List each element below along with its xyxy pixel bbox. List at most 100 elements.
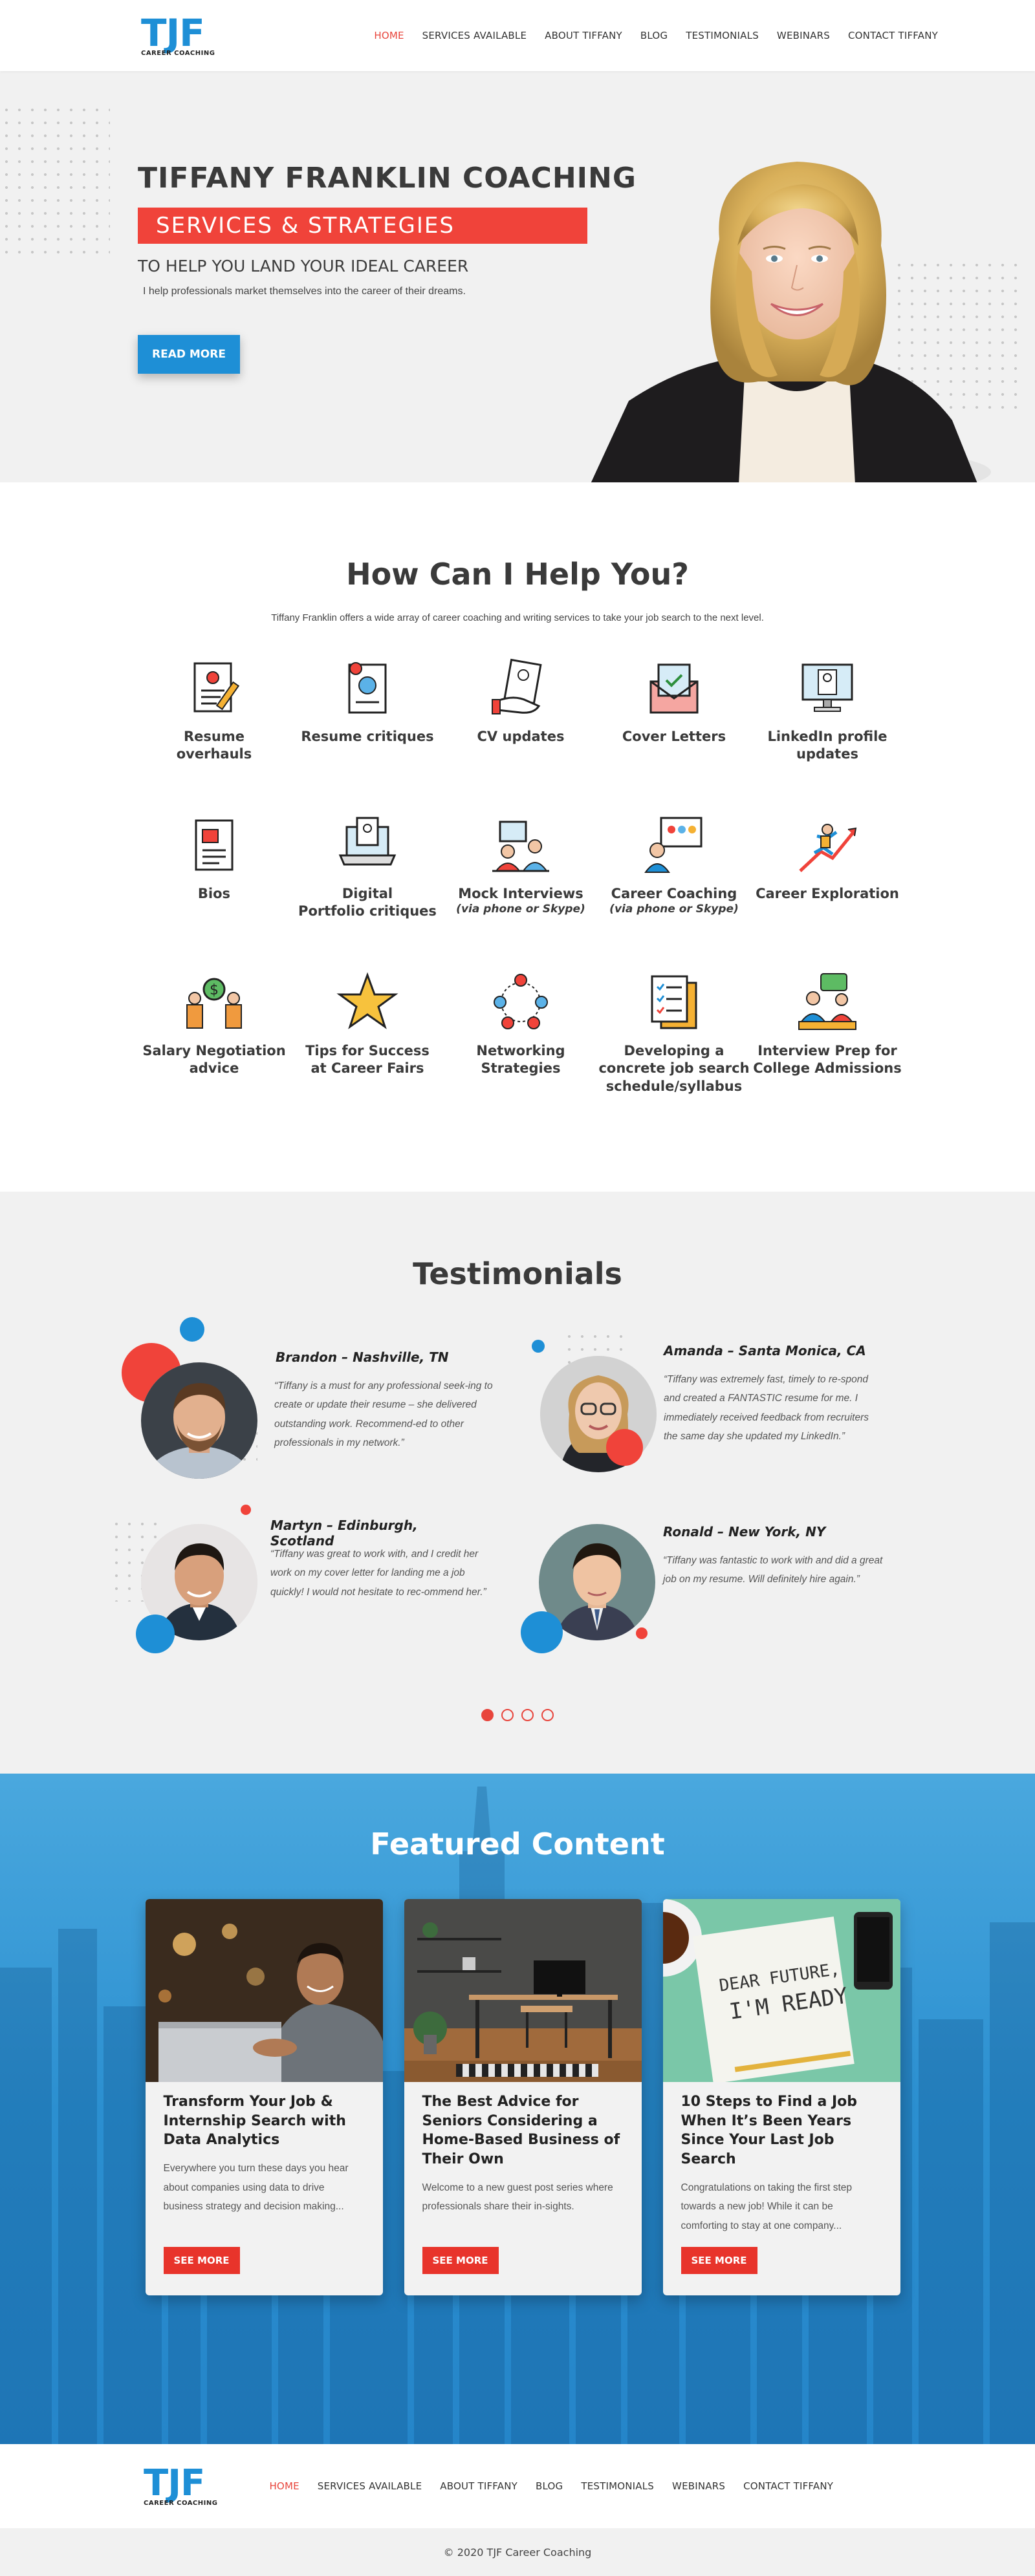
card-image-dear-future-note: DEAR FUTURE, I'M READY [662, 1899, 900, 2082]
nav-contact-tiffany[interactable]: CONTACT TIFFANY [848, 30, 938, 41]
testimonial-card: Ronald – New York, NY “Tiffany was fanta… [508, 1505, 882, 1673]
nav-home[interactable]: HOME [374, 30, 404, 41]
see-more-button[interactable]: SEE MORE [681, 2247, 757, 2274]
footer-nav-about-tiffany[interactable]: ABOUT TIFFANY [440, 2480, 518, 2492]
nav-blog[interactable]: BLOG [640, 30, 668, 41]
coaching-icon [642, 813, 706, 877]
logo-mark: TJF [141, 11, 205, 55]
blog-card[interactable]: The Best Advice for Seniors Considering … [404, 1899, 642, 2295]
site-logo[interactable]: TJF CAREER COACHING [141, 14, 215, 57]
testimonials-section: Testimonials Brandon – Nashville, TN “Ti… [0, 1192, 1035, 1774]
blog-card[interactable]: DEAR FUTURE, I'M READY 10 Steps to Find a… [662, 1899, 900, 2295]
circle-decoration [636, 1627, 648, 1639]
card-title[interactable]: 10 Steps to Find a Job When It’s Been Ye… [681, 2092, 882, 2169]
testimonial-card: Martyn – Edinburgh, Scotland “Tiffany wa… [104, 1505, 486, 1673]
see-more-button[interactable]: SEE MORE [422, 2247, 499, 2274]
circle-decoration [180, 1317, 204, 1342]
service-item: Mock Interviews (via phone or Skype) [444, 813, 598, 970]
see-more-button[interactable]: SEE MORE [163, 2247, 240, 2274]
salary-icon: $ [182, 970, 246, 1035]
featured-section: Featured Content Transform Your Job & In… [0, 1774, 1035, 2444]
service-label: Interview Prep for College Admissions [753, 1043, 902, 1077]
resume-critique-icon [335, 656, 400, 720]
nav-services-available[interactable]: SERVICES AVAILABLE [422, 30, 527, 41]
services-grid: Resume overhauls Resume critiques CV updat… [6, 656, 1035, 1127]
testimonial-quote: “Tiffany was extremely fast, timely to r… [664, 1374, 869, 1443]
testimonials-grid: Brandon – Nashville, TN “Tiffany is a mu… [0, 1291, 1035, 1692]
footer-nav-home[interactable]: HOME [269, 2480, 299, 2492]
testimonial-card: Brandon – Nashville, TN “Tiffany is a mu… [122, 1317, 493, 1485]
footer-nav-blog[interactable]: BLOG [536, 2480, 563, 2492]
testimonial-name: Ronald – New York, NY [663, 1524, 826, 1540]
service-item: Cover Letters [598, 656, 751, 813]
resume-icon [182, 656, 246, 720]
service-label: Digital Portfolio critiques [298, 886, 437, 919]
hero-subtitle: TO HELP YOU LAND YOUR IDEAL CAREER [138, 257, 469, 275]
card-image-home-office [404, 1899, 642, 2082]
laptop-icon [335, 813, 400, 877]
service-label: Mock Interviews [458, 886, 583, 901]
hero-band: SERVICES & STRATEGIES [138, 208, 587, 244]
card-excerpt: Everywhere you turn these days you hear … [163, 2163, 349, 2212]
service-item: Networking Strategies [444, 970, 598, 1127]
copyright: © 2020 TJF Career Coaching [0, 2528, 1035, 2576]
svg-text:$: $ [210, 982, 219, 998]
dot-pattern-decoration [0, 103, 110, 259]
services-section: How Can I Help You? Tiffany Franklin off… [0, 482, 1035, 1192]
logo-tagline: CAREER COACHING [141, 50, 215, 57]
card-title[interactable]: Transform Your Job & Internship Search w… [164, 2092, 365, 2150]
service-label: Resume critiques [301, 729, 434, 744]
card-excerpt: Welcome to a new guest post series where… [422, 2182, 613, 2213]
footer-nav-webinars[interactable]: WEBINARS [672, 2480, 725, 2492]
cv-icon [488, 656, 553, 720]
service-item: Resume overhauls [138, 656, 291, 813]
testimonial-name: Amanda – Santa Monica, CA [664, 1343, 866, 1358]
nav-about-tiffany[interactable]: ABOUT TIFFANY [545, 30, 622, 41]
logo-mark: TJF [144, 2462, 205, 2504]
service-item: Interview Prep for College Admissions [751, 970, 904, 1127]
testimonial-name: Martyn – Edinburgh, Scotland [270, 1518, 418, 1549]
blog-card[interactable]: Transform Your Job & Internship Search w… [145, 1899, 383, 2295]
service-label: Tips for Success at Career Fairs [305, 1043, 430, 1077]
card-image-laptop-man [145, 1899, 383, 2082]
testimonial-quote: “Tiffany was fantastic to work with and … [663, 1555, 883, 1585]
checklist-icon [642, 970, 706, 1035]
site-header: TJF CAREER COACHING HOME SERVICES AVAILA… [0, 0, 1035, 71]
testimonial-name: Brandon – Nashville, TN [276, 1349, 449, 1365]
nav-testimonials[interactable]: TESTIMONIALS [686, 30, 759, 41]
hero-tagline: I help professionals market themselves i… [143, 286, 466, 297]
read-more-button[interactable]: READ MORE [138, 335, 240, 374]
service-item: Developing a concrete job search schedul… [598, 970, 751, 1127]
service-item: Career Exploration [751, 813, 904, 970]
service-label: Developing a concrete job search schedul… [598, 1043, 750, 1094]
footer-nav-testimonials[interactable]: TESTIMONIALS [581, 2480, 654, 2492]
service-label: Cover Letters [622, 729, 726, 744]
pager-dot-4[interactable] [541, 1709, 554, 1721]
service-label: Bios [197, 886, 231, 901]
pager-dot-3[interactable] [521, 1709, 534, 1721]
services-title: How Can I Help You? [346, 557, 689, 592]
avatar [141, 1362, 257, 1479]
services-description: Tiffany Franklin offers a wide array of … [271, 612, 764, 623]
service-label: Networking Strategies [476, 1043, 565, 1077]
featured-title: Featured Content [370, 1827, 665, 1862]
pager-dot-1[interactable] [481, 1709, 494, 1721]
hero-title: TIFFANY FRANKLIN COACHING [138, 162, 637, 195]
network-icon [488, 970, 553, 1035]
featured-cards: Transform Your Job & Internship Search w… [10, 1899, 1035, 2295]
service-label: Career Exploration [756, 886, 899, 901]
nav-webinars[interactable]: WEBINARS [777, 30, 830, 41]
footer-nav-bar: TJF CAREER COACHING HOME SERVICES AVAILA… [0, 2444, 1035, 2528]
service-item: Tips for Success at Career Fairs [291, 970, 444, 1127]
footer-nav-contact-tiffany[interactable]: CONTACT TIFFANY [743, 2480, 833, 2492]
footer-logo[interactable]: TJF CAREER COACHING [144, 2465, 217, 2507]
footer-nav: HOME SERVICES AVAILABLE ABOUT TIFFANY BL… [269, 2480, 833, 2492]
site-footer: TJF CAREER COACHING HOME SERVICES AVAILA… [0, 2444, 1035, 2576]
service-label: Career Coaching [611, 886, 737, 901]
footer-nav-services-available[interactable]: SERVICES AVAILABLE [318, 2480, 422, 2492]
service-item: Bios [138, 813, 291, 970]
pager-dot-2[interactable] [501, 1709, 514, 1721]
college-prep-icon [795, 970, 860, 1035]
card-title[interactable]: The Best Advice for Seniors Considering … [422, 2092, 624, 2169]
climber-icon [795, 813, 860, 877]
